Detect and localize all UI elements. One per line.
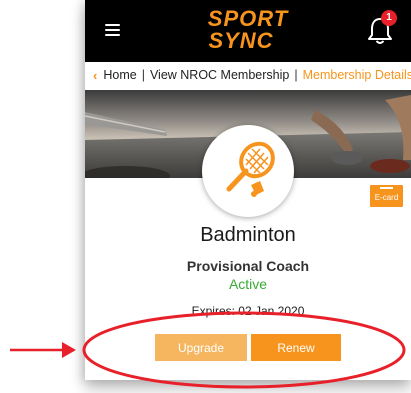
app-logo[interactable]: SPORT SYNC [85,8,411,52]
e-card-icon[interactable]: E-card [370,185,403,207]
chevron-left-icon[interactable]: ‹ [93,68,97,83]
sport-name: Badminton [200,224,296,246]
membership-role: Provisional Coach [186,258,310,274]
logo-line-sync: SYNC [208,28,274,53]
breadcrumb: ‹ Home | View NROC Membership | Membersh… [93,67,411,83]
notification-badge[interactable]: 1 [381,10,397,26]
breadcrumb-separator: | [294,68,298,82]
breadcrumb-home[interactable]: Home [103,68,136,82]
highlight-ellipse [82,311,406,389]
sport-avatar [202,125,294,217]
logo-line-sport: SPORT [207,6,289,31]
pointer-arrow [10,342,76,358]
breadcrumb-membership-details: Membership Details [302,68,411,82]
status-badge: Active [228,276,268,292]
breadcrumb-separator: | [141,68,145,82]
badminton-racket-icon [226,141,275,197]
top-bar: SPORT SYNC 1 [85,0,411,62]
e-card-label: E-card [375,193,399,202]
breadcrumb-view-membership[interactable]: View NROC Membership [150,68,289,82]
